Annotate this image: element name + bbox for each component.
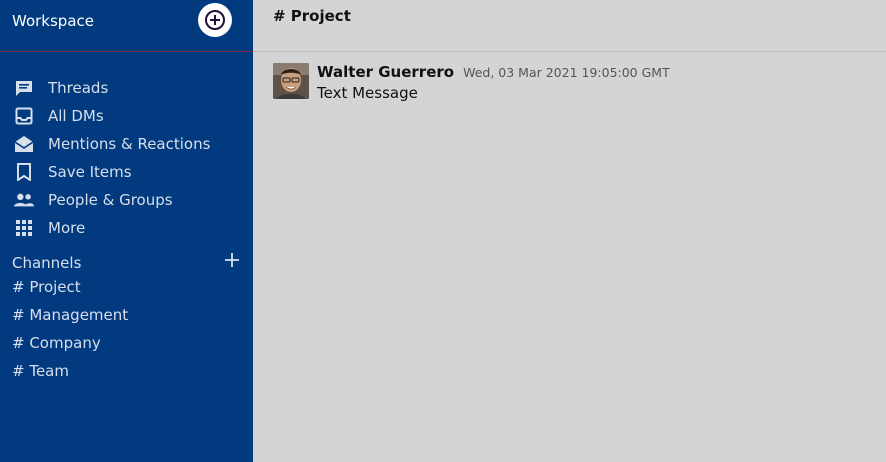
sidebar-item-people-groups[interactable]: People & Groups	[0, 186, 253, 214]
main-panel: # Project Walter Guerrero Wed, 03 Mar 20…	[253, 0, 886, 462]
sidebar-item-label: Mentions & Reactions	[48, 135, 211, 153]
sidebar: Workspace Threads All DMs Mentions & Rea…	[0, 0, 253, 462]
sidebar-item-label: Save Items	[48, 163, 132, 181]
channel-item-company[interactable]: # Company	[12, 330, 128, 358]
sidebar-item-mentions-reactions[interactable]: Mentions & Reactions	[0, 130, 253, 158]
sidebar-item-more[interactable]: More	[0, 214, 253, 242]
channel-item-team[interactable]: # Team	[12, 358, 128, 386]
message-timestamp: Wed, 03 Mar 2021 19:05:00 GMT	[463, 65, 670, 80]
add-circle-icon	[205, 10, 225, 30]
channel-list: # Project # Management # Company # Team	[12, 274, 128, 386]
channels-header: Channels	[12, 252, 242, 274]
workspace-title[interactable]: Workspace	[12, 12, 94, 30]
sidebar-item-label: People & Groups	[48, 191, 173, 209]
sidebar-item-label: More	[48, 219, 86, 237]
people-icon	[14, 190, 34, 210]
message-text: Text Message	[317, 84, 418, 102]
sidebar-item-threads[interactable]: Threads	[0, 74, 253, 102]
threads-icon	[14, 78, 34, 98]
channel-title: # Project	[273, 7, 351, 25]
message-body: Walter Guerrero Wed, 03 Mar 2021 19:05:0…	[317, 63, 670, 102]
workspace-header: Workspace	[0, 0, 253, 52]
sidebar-nav: Threads All DMs Mentions & Reactions Sav…	[0, 74, 253, 242]
channel-item-project[interactable]: # Project	[12, 274, 128, 302]
grid-icon	[14, 218, 34, 238]
sidebar-item-label: Threads	[48, 79, 109, 97]
add-channel-button[interactable]	[222, 250, 242, 270]
sidebar-item-save-items[interactable]: Save Items	[0, 158, 253, 186]
avatar[interactable]	[273, 63, 309, 99]
message-author[interactable]: Walter Guerrero	[317, 63, 454, 81]
sidebar-item-all-dms[interactable]: All DMs	[0, 102, 253, 130]
inbox-icon	[14, 106, 34, 126]
channel-item-management[interactable]: # Management	[12, 302, 128, 330]
channels-label: Channels	[12, 254, 82, 272]
message-header: Walter Guerrero Wed, 03 Mar 2021 19:05:0…	[317, 63, 670, 81]
user-photo-icon	[273, 63, 309, 99]
envelope-open-icon	[14, 134, 34, 154]
divider	[253, 51, 886, 52]
sidebar-item-label: All DMs	[48, 107, 104, 125]
bookmark-icon	[14, 162, 34, 182]
compose-button[interactable]	[198, 3, 232, 37]
plus-icon	[225, 253, 239, 267]
